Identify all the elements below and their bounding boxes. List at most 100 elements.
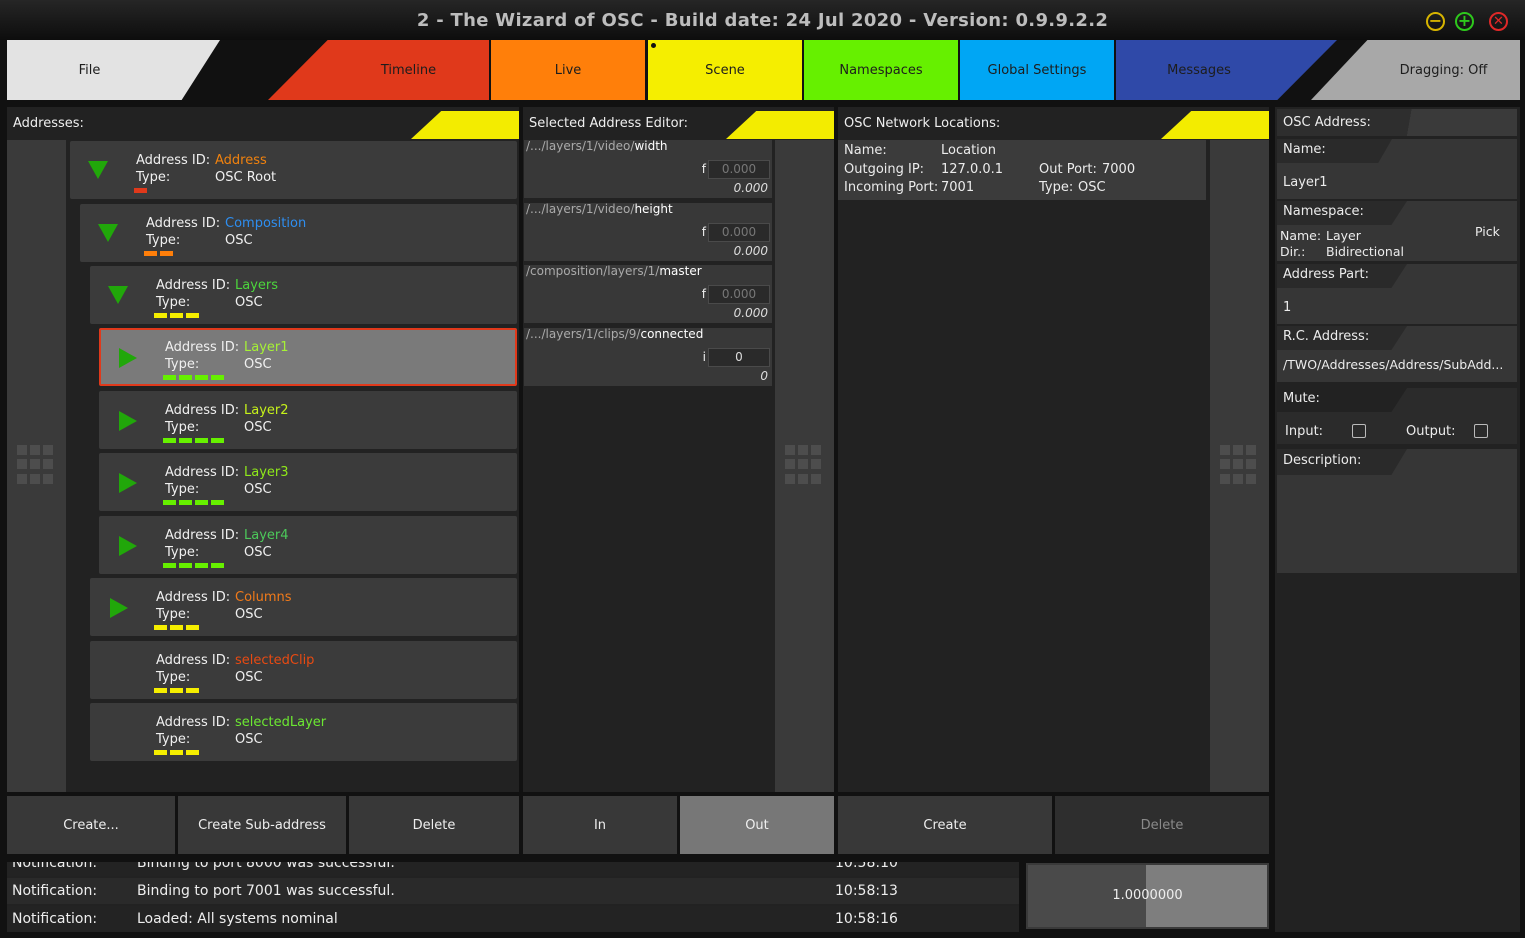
outgoing-ip: 127.0.0.1 bbox=[941, 162, 1004, 177]
out-button[interactable]: Out bbox=[680, 796, 834, 854]
tab-live-label: Live bbox=[554, 63, 582, 78]
address-id-label: Address ID: bbox=[156, 653, 231, 668]
current-value: 0.000 bbox=[733, 306, 768, 320]
network-create-button[interactable]: Create bbox=[838, 796, 1052, 854]
network-panel: OSC Network Locations: Name: Location Ou… bbox=[838, 107, 1269, 792]
tab-namespaces[interactable]: Namespaces bbox=[804, 40, 958, 100]
address-type-label: Type: bbox=[146, 233, 181, 248]
collapse-triangle-icon[interactable] bbox=[88, 161, 108, 179]
value-slider[interactable]: 1.0000000 bbox=[1026, 863, 1269, 929]
create-button[interactable]: Create... bbox=[7, 796, 175, 854]
address-part-field[interactable]: 1 bbox=[1283, 300, 1291, 315]
editor-path: /.../layers/1/video/width bbox=[526, 139, 668, 153]
addresses-scrollbar[interactable] bbox=[7, 140, 66, 792]
address-item-columns[interactable]: Address ID: Columns Type: OSC bbox=[90, 578, 517, 636]
network-scrollbar[interactable] bbox=[1210, 140, 1269, 792]
address-type-label: Type: bbox=[156, 732, 191, 747]
editor-item[interactable]: /.../layers/1/video/height f 0.000 0.000 bbox=[524, 202, 772, 261]
in-button[interactable]: In bbox=[523, 796, 677, 854]
notification-row: Notification: Binding to port 7001 was su… bbox=[7, 878, 1019, 904]
depth-indicator bbox=[154, 625, 199, 630]
network-delete-button[interactable]: Delete bbox=[1055, 796, 1269, 854]
depth-indicator bbox=[154, 313, 199, 318]
depth-indicator bbox=[134, 188, 147, 193]
dragging-toggle[interactable]: Dragging: Off bbox=[1311, 40, 1520, 100]
address-id-label: Address ID: bbox=[165, 465, 240, 480]
address-item-composition[interactable]: Address ID: Composition Type: OSC bbox=[80, 204, 517, 262]
address-item-address[interactable]: Address ID: Address Type: OSC Root bbox=[70, 141, 517, 199]
namespace-label: Namespace: bbox=[1277, 201, 1407, 225]
close-icon[interactable]: ✕ bbox=[1489, 12, 1508, 31]
mute-output-checkbox[interactable] bbox=[1474, 424, 1488, 438]
value-input[interactable]: 0 bbox=[708, 347, 770, 367]
current-value: 0 bbox=[760, 368, 768, 383]
address-type-value: OSC bbox=[244, 420, 272, 435]
address-item-layer4[interactable]: Address ID: Layer4 Type: OSC bbox=[99, 516, 517, 574]
address-id-value: Layers bbox=[235, 278, 279, 293]
address-item-layer3[interactable]: Address ID: Layer3 Type: OSC bbox=[99, 453, 517, 511]
collapse-triangle-icon[interactable] bbox=[98, 224, 118, 242]
slider-value: 1.0000000 bbox=[1112, 888, 1183, 903]
address-type-label: Type: bbox=[165, 357, 200, 372]
notification-time: 10:58:13 bbox=[835, 883, 898, 899]
network-location-item[interactable]: Name: Location Outgoing IP: 127.0.0.1 In… bbox=[838, 140, 1206, 200]
mute-input-label: Input: bbox=[1285, 424, 1324, 439]
notifications-log[interactable]: Notification: Binding to port 8000 was su… bbox=[7, 862, 1019, 932]
editor-item[interactable]: /.../layers/1/clips/9/connected i 0 0 bbox=[524, 327, 772, 386]
editor-item[interactable]: /composition/layers/1/master f 0.000 0.000 bbox=[524, 264, 772, 323]
tab-scene[interactable]: Scene bbox=[648, 40, 802, 100]
address-type-value: OSC bbox=[235, 607, 263, 622]
notification-label: Notification: bbox=[12, 911, 98, 927]
delete-button[interactable]: Delete bbox=[349, 796, 519, 854]
expand-triangle-icon[interactable] bbox=[110, 598, 128, 618]
value-input[interactable]: 0.000 bbox=[708, 160, 770, 179]
name-value-field[interactable]: Layer1 bbox=[1283, 175, 1328, 190]
description-field[interactable] bbox=[1277, 477, 1517, 573]
drag-grip-icon[interactable] bbox=[17, 445, 57, 485]
value-type-label: f bbox=[701, 162, 706, 176]
value-input[interactable]: 0.000 bbox=[708, 285, 770, 304]
address-type-label: Type: bbox=[165, 482, 200, 497]
minimize-icon[interactable]: − bbox=[1426, 12, 1445, 31]
expand-triangle-icon[interactable] bbox=[119, 536, 137, 556]
tab-messages[interactable]: Messages bbox=[1116, 40, 1337, 100]
osc-address-label: OSC Address: bbox=[1283, 115, 1371, 130]
pick-button[interactable]: Pick bbox=[1475, 224, 1500, 239]
drag-grip-icon[interactable] bbox=[785, 445, 825, 485]
tab-global-settings[interactable]: Global Settings bbox=[960, 40, 1114, 100]
mute-output-label: Output: bbox=[1406, 424, 1456, 439]
tab-timeline[interactable]: Timeline bbox=[268, 40, 489, 100]
notification-time: 10:58:10 bbox=[835, 862, 898, 871]
address-type-label: Type: bbox=[136, 170, 171, 185]
notification-message: Binding to port 7001 was successful. bbox=[137, 883, 395, 899]
address-type-label: Type: bbox=[165, 420, 200, 435]
editor-scrollbar[interactable] bbox=[775, 140, 834, 792]
drag-grip-icon[interactable] bbox=[1220, 445, 1260, 485]
address-id-label: Address ID: bbox=[136, 153, 211, 168]
tab-live[interactable]: Live bbox=[491, 40, 645, 100]
address-type-value: OSC Root bbox=[215, 170, 277, 185]
address-item-selectedlayer[interactable]: Address ID: selectedLayer Type: OSC bbox=[90, 703, 517, 761]
expand-triangle-icon[interactable] bbox=[119, 473, 137, 493]
maximize-icon[interactable]: + bbox=[1455, 12, 1474, 31]
notification-row: Notification: Loaded: All systems nominal… bbox=[7, 906, 1019, 932]
value-input[interactable]: 0.000 bbox=[708, 222, 770, 242]
address-id-label: Address ID: bbox=[165, 403, 240, 418]
expand-triangle-icon[interactable] bbox=[119, 411, 137, 431]
address-type-label: Type: bbox=[156, 295, 191, 310]
address-item-layers[interactable]: Address ID: Layers Type: OSC bbox=[90, 266, 517, 324]
address-item-layer2[interactable]: Address ID: Layer2 Type: OSC bbox=[99, 391, 517, 449]
address-id-label: Address ID: bbox=[156, 590, 231, 605]
create-sub-address-button[interactable]: Create Sub-address bbox=[178, 796, 346, 854]
editor-item[interactable]: /.../layers/1/video/width f 0.000 0.000 bbox=[524, 139, 772, 198]
address-item-selectedclip[interactable]: Address ID: selectedClip Type: OSC bbox=[90, 641, 517, 699]
address-item-layer1[interactable]: Address ID: Layer1 Type: OSC bbox=[99, 328, 517, 386]
tab-file[interactable]: File bbox=[7, 40, 220, 100]
collapse-triangle-icon[interactable] bbox=[108, 286, 128, 304]
address-type-value: OSC bbox=[235, 295, 263, 310]
expand-triangle-icon[interactable] bbox=[119, 348, 137, 368]
mute-input-checkbox[interactable] bbox=[1352, 424, 1366, 438]
rc-address-value: /TWO/Addresses/Address/SubAdd... bbox=[1283, 357, 1504, 372]
address-type-value: OSC bbox=[235, 732, 263, 747]
address-id-value: Layer3 bbox=[244, 465, 289, 480]
